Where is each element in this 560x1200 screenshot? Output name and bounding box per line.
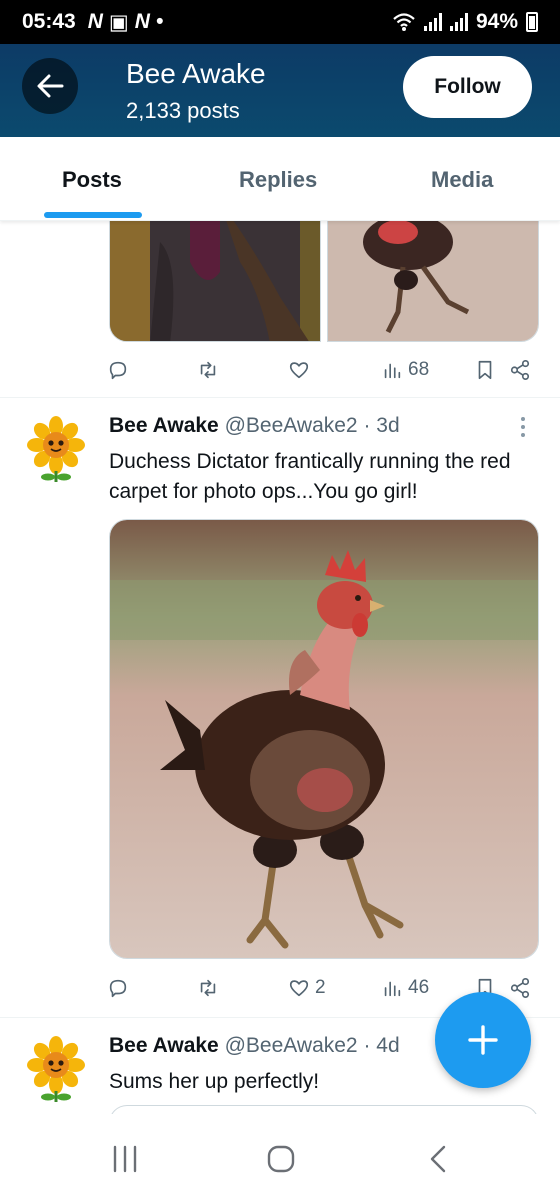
post-text: Sums her up perfectly!	[109, 1070, 320, 1093]
status-time: 05:43	[22, 10, 76, 33]
notification-icon: ▣	[108, 10, 129, 34]
system-nav-bar	[0, 1114, 560, 1200]
more-options-button[interactable]	[521, 417, 525, 437]
views-count: 68	[408, 359, 430, 380]
bookmark-icon	[478, 360, 492, 380]
share-button[interactable]	[509, 359, 531, 381]
notification-icon: N	[134, 10, 150, 33]
post-text: Duchess Dictator frantically running the…	[109, 450, 511, 503]
profile-tabs: Posts Replies Media	[0, 137, 560, 221]
post-author-line: Bee Awake @BeeAwake2 · 4d	[109, 1034, 400, 1058]
tab-replies[interactable]: Replies	[239, 167, 317, 193]
post-image-woman[interactable]	[109, 221, 321, 342]
reply-icon	[109, 979, 127, 998]
views-button[interactable]: 46	[381, 977, 429, 999]
reply-icon	[109, 361, 127, 380]
notification-icon: N	[87, 10, 103, 33]
sunflower-avatar-icon	[27, 416, 85, 482]
like-button[interactable]	[288, 359, 310, 381]
profile-header: Bee Awake 2,133 posts Follow	[0, 44, 560, 137]
wifi-icon	[393, 13, 415, 31]
home-button[interactable]	[266, 1144, 296, 1179]
retweet-button[interactable]	[197, 359, 219, 381]
battery-icon	[526, 12, 538, 32]
retweet-icon	[200, 979, 216, 997]
post-author-line: Bee Awake @BeeAwake2 · 3d	[109, 414, 400, 438]
author-handle[interactable]: @BeeAwake2	[225, 414, 358, 437]
views-count: 46	[408, 977, 430, 998]
signal-icon	[423, 13, 442, 31]
profile-name: Bee Awake	[126, 58, 266, 89]
like-icon	[289, 980, 309, 997]
bookmark-button[interactable]	[474, 359, 496, 381]
share-icon	[510, 360, 530, 380]
post-time: · 4d	[363, 1034, 400, 1057]
signal-icon	[449, 13, 468, 31]
follow-button[interactable]: Follow	[403, 56, 532, 118]
post-image-chicken[interactable]	[109, 519, 539, 959]
posts-count: 2,133 posts	[126, 98, 240, 123]
chevron-left-icon	[430, 1145, 446, 1173]
post-divider	[0, 397, 560, 398]
share-button[interactable]	[509, 977, 531, 999]
avatar[interactable]	[22, 416, 90, 484]
sunflower-avatar-icon	[27, 1036, 85, 1102]
battery-percent: 94%	[475, 10, 518, 33]
back-arrow-icon	[37, 74, 64, 98]
posts-feed[interactable]: 68 Bee Awake @BeeAwake2 · 3d Duchess Dic…	[0, 221, 560, 1114]
avatar[interactable]	[22, 1036, 90, 1104]
recent-apps-icon	[113, 1145, 137, 1173]
like-count: 2	[315, 977, 326, 998]
share-icon	[510, 978, 530, 998]
retweet-icon	[200, 361, 216, 379]
like-icon	[289, 362, 309, 379]
post-time: · 3d	[363, 414, 400, 437]
tab-media[interactable]: Media	[431, 167, 493, 193]
reply-button[interactable]	[107, 977, 129, 999]
like-button[interactable]: 2	[288, 977, 326, 999]
post-media-preview[interactable]	[109, 1105, 539, 1114]
views-icon	[384, 363, 401, 379]
post-image-chicken-small[interactable]	[327, 221, 539, 342]
compose-button[interactable]	[435, 992, 531, 1088]
active-tab-indicator	[44, 212, 142, 218]
author-name[interactable]: Bee Awake	[109, 1034, 219, 1057]
views-button[interactable]: 68	[381, 359, 429, 381]
recent-apps-button[interactable]	[111, 1144, 139, 1179]
reply-button[interactable]	[107, 359, 129, 381]
system-back-button[interactable]	[427, 1144, 449, 1179]
back-button[interactable]	[22, 58, 78, 114]
plus-icon	[468, 1025, 498, 1055]
tab-posts[interactable]: Posts	[62, 167, 122, 193]
retweet-button[interactable]	[197, 977, 219, 999]
notification-icon: •	[155, 10, 164, 33]
status-bar: 05:43 N ▣ N • 94%	[0, 0, 560, 44]
author-handle[interactable]: @BeeAwake2	[225, 1034, 358, 1057]
views-icon	[384, 981, 401, 997]
notification-icons: N ▣ N •	[88, 10, 164, 35]
author-name[interactable]: Bee Awake	[109, 414, 219, 437]
home-icon	[267, 1145, 295, 1173]
